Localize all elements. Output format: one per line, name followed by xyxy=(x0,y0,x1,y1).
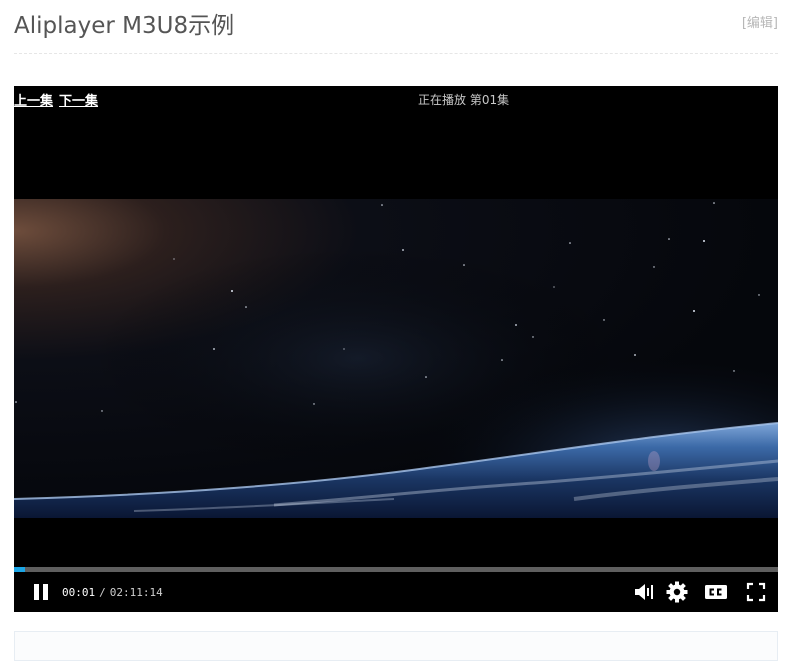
next-episode-link[interactable]: 下一集 xyxy=(59,94,98,109)
pause-icon xyxy=(34,584,39,600)
time-total: 02:11:14 xyxy=(109,586,163,599)
prev-episode-link[interactable]: 上一集 xyxy=(14,94,53,109)
time-current: 00:01 xyxy=(62,586,96,599)
page-header: Aliplayer M3U8示例 [编辑] xyxy=(14,0,778,54)
video-scene-earth xyxy=(14,199,778,518)
edit-link[interactable]: [编辑] xyxy=(742,12,778,31)
gear-icon xyxy=(666,581,688,603)
cc-icon xyxy=(705,585,727,599)
episode-nav: 上一集 下一集 xyxy=(14,90,104,109)
time-separator: / xyxy=(99,586,106,599)
control-bar: 00:01/02:11:14 xyxy=(14,572,778,612)
video-frame[interactable] xyxy=(14,199,778,518)
now-playing-label: 正在播放 第01集 xyxy=(418,93,510,107)
captions-button[interactable] xyxy=(704,580,728,604)
pause-icon-bar xyxy=(43,584,48,600)
video-player[interactable]: 上一集 下一集 正在播放 第01集 00:01 / 02:11:14 xyxy=(14,86,778,612)
time-display: 00:01/02:11:14 xyxy=(62,586,163,599)
volume-button[interactable] xyxy=(632,580,656,604)
content-box xyxy=(14,631,778,661)
page-title: Aliplayer M3U8示例 xyxy=(14,13,235,39)
fullscreen-icon xyxy=(746,582,766,602)
volume-icon xyxy=(635,584,653,600)
pause-button[interactable] xyxy=(32,582,50,602)
fullscreen-button[interactable] xyxy=(744,580,768,604)
settings-button[interactable] xyxy=(665,580,689,604)
